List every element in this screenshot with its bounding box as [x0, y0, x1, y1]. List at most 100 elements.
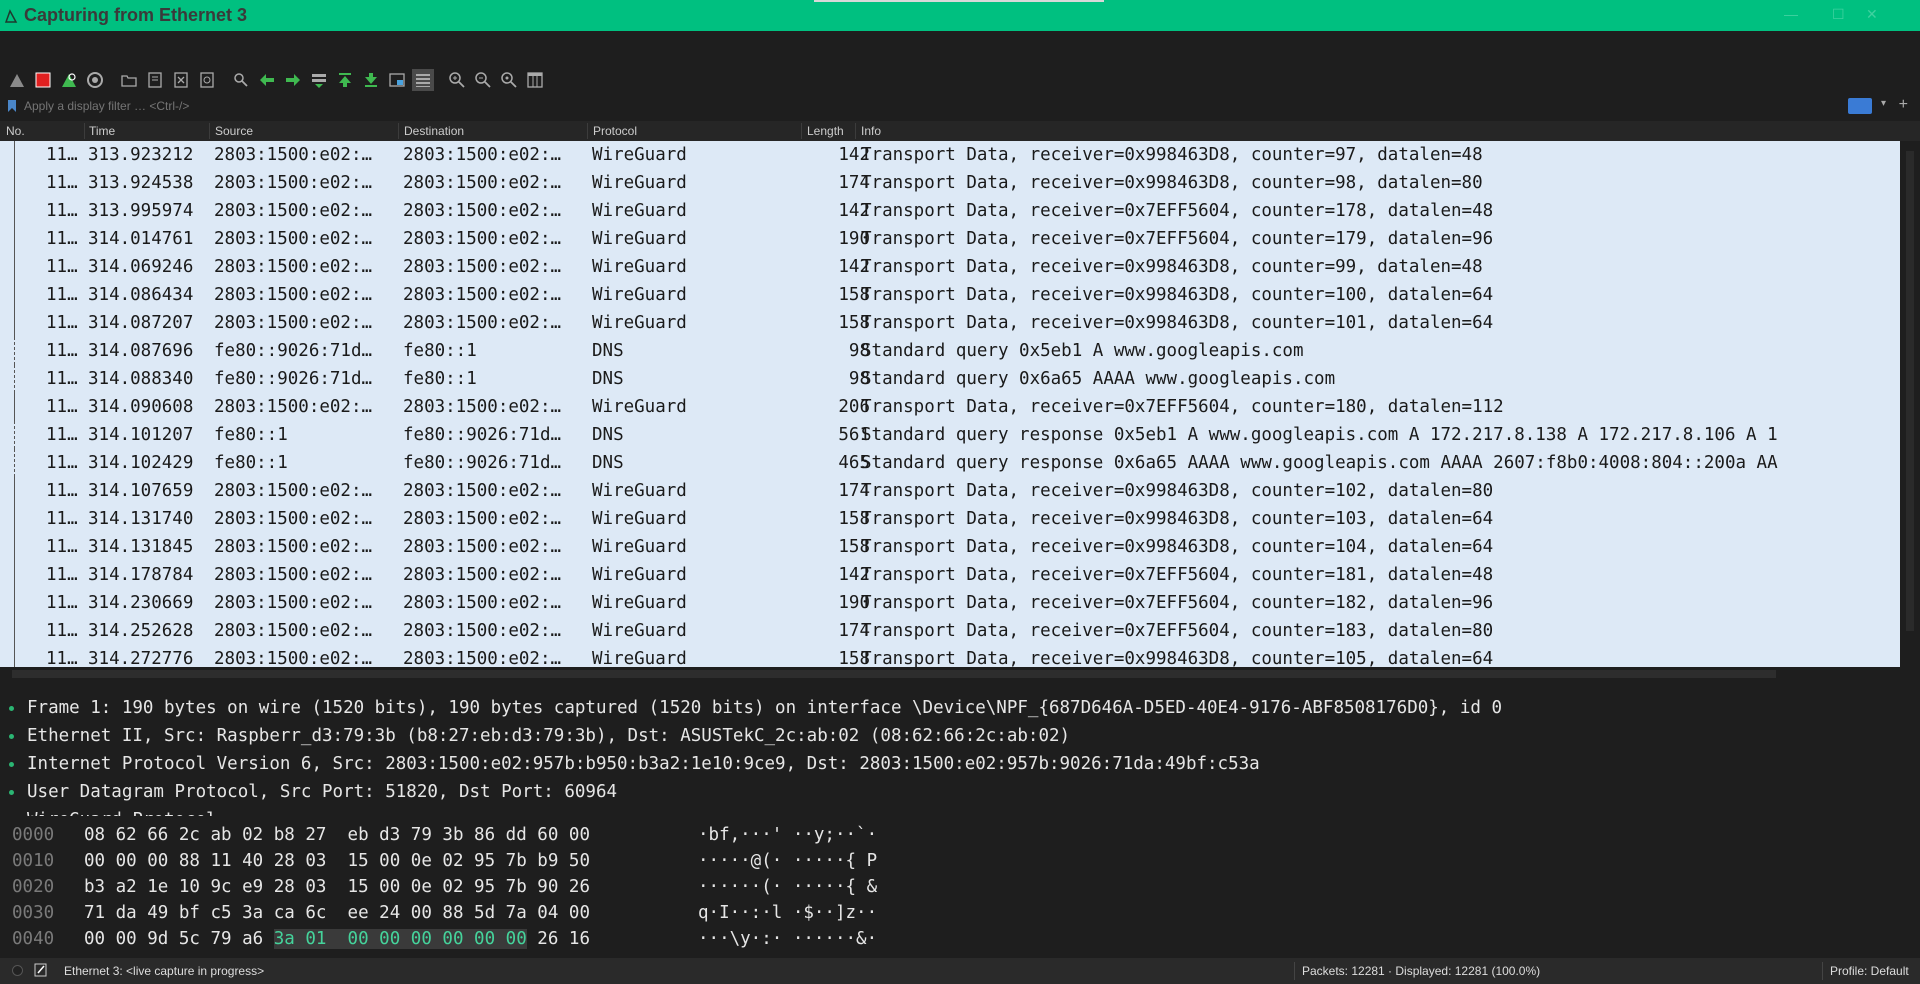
hex-byte[interactable]: 00 [379, 877, 400, 897]
hex-byte[interactable]: 15 [348, 877, 369, 897]
go-forward-icon[interactable] [282, 69, 304, 91]
hex-byte[interactable]: d3 [379, 825, 400, 845]
column-divider[interactable] [398, 123, 399, 139]
packet-row[interactable]: 11… 313.923212 2803:1500:e02:… 2803:1500:e0… [0, 141, 1900, 169]
hex-byte[interactable]: 15 [348, 851, 369, 871]
hex-byte[interactable]: 10 [179, 877, 200, 897]
hex-bytes[interactable]: 71 da 49 bf c5 3a ca 6c ee 24 00 88 5d 7… [84, 900, 590, 926]
hex-byte[interactable]: ca [274, 903, 295, 923]
column-divider[interactable] [855, 123, 856, 139]
hex-byte[interactable]: 03 [305, 877, 326, 897]
hex-byte[interactable]: 01 [305, 929, 327, 949]
hex-byte[interactable]: eb [348, 825, 369, 845]
go-to-packet-icon[interactable] [308, 69, 330, 91]
ascii-dump[interactable]: ·····@(· ·····{ P [698, 848, 877, 874]
packet-row[interactable]: 11… 314.101207 fe80::1 fe80::9026:71d… DNS 56… [0, 421, 1900, 449]
hex-byte[interactable]: 24 [379, 903, 400, 923]
hex-byte[interactable]: 6c [305, 903, 326, 923]
hex-byte[interactable]: 95 [474, 877, 495, 897]
packet-details-pane[interactable]: Frame 1: 190 bytes on wire (1520 bits), … [0, 694, 1900, 816]
hex-byte[interactable]: 50 [569, 851, 590, 871]
hex-byte[interactable]: 16 [569, 929, 590, 949]
packet-row[interactable]: 11… 314.090608 2803:1500:e02:… 2803:1500:e0… [0, 393, 1900, 421]
hex-row[interactable]: 0000 08 62 66 2c ab 02 b8 27 eb d3 79 3b … [0, 822, 1900, 848]
hex-byte[interactable]: 49 [147, 903, 168, 923]
hex-byte[interactable]: 88 [179, 851, 200, 871]
hex-byte[interactable]: 02 [442, 851, 463, 871]
column-header-protocol[interactable]: Protocol [593, 124, 637, 138]
column-header-source[interactable]: Source [215, 124, 253, 138]
close-icon[interactable]: ✕ [1866, 6, 1878, 23]
column-header-info[interactable]: Info [861, 124, 881, 138]
go-last-icon[interactable] [360, 69, 382, 91]
filter-dropdown-icon[interactable]: ▾ [1881, 98, 1886, 109]
hex-bytes[interactable]: b3 a2 1e 10 9c e9 28 03 15 00 0e 02 95 7… [84, 874, 590, 900]
detail-tree-item[interactable]: Internet Protocol Version 6, Src: 2803:1… [0, 750, 1900, 778]
hex-byte[interactable]: ee [348, 903, 369, 923]
packet-row[interactable]: 11… 314.069246 2803:1500:e02:… 2803:1500:e0… [0, 253, 1900, 281]
packet-row[interactable]: 11… 314.086434 2803:1500:e02:… 2803:1500:e0… [0, 281, 1900, 309]
ascii-dump[interactable]: q·I··:·l ·$··]z·· [698, 900, 877, 926]
packet-row[interactable]: 11… 314.107659 2803:1500:e02:… 2803:1500:e0… [0, 477, 1900, 505]
packet-row[interactable]: 11… 314.087696 fe80::9026:71d… fe80::1 DNS 98… [0, 337, 1900, 365]
hex-byte[interactable]: 26 [537, 929, 558, 949]
expand-bullet-icon[interactable] [9, 762, 14, 767]
packet-row[interactable]: 11… 314.087207 2803:1500:e02:… 2803:1500:e0… [0, 309, 1900, 337]
expand-bullet-icon[interactable] [9, 734, 14, 739]
hex-byte[interactable]: 71 [84, 903, 105, 923]
expand-bullet-icon[interactable] [9, 706, 14, 711]
hex-byte[interactable]: 00 [116, 929, 137, 949]
hex-byte[interactable]: c5 [211, 903, 232, 923]
hex-byte[interactable]: 2c [179, 825, 200, 845]
capture-comment-icon[interactable] [34, 963, 48, 977]
hex-byte[interactable]: 90 [537, 877, 558, 897]
column-header-time[interactable]: Time [89, 124, 115, 138]
save-file-icon[interactable] [144, 69, 166, 91]
hex-byte[interactable]: 7b [506, 851, 527, 871]
hex-byte[interactable]: e9 [242, 877, 263, 897]
hex-byte[interactable]: 7b [506, 877, 527, 897]
hex-byte[interactable]: 88 [442, 903, 463, 923]
packet-row[interactable]: 11… 314.230669 2803:1500:e02:… 2803:1500:e0… [0, 589, 1900, 617]
hex-byte[interactable]: b9 [537, 851, 558, 871]
hex-byte[interactable]: dd [506, 825, 527, 845]
hex-byte[interactable]: 3b [442, 825, 463, 845]
hex-byte[interactable]: 0e [411, 851, 432, 871]
hex-byte[interactable]: 9c [211, 877, 232, 897]
hex-byte[interactable]: 00 [84, 929, 105, 949]
packet-row[interactable]: 11… 313.995974 2803:1500:e02:… 2803:1500:e0… [0, 197, 1900, 225]
hex-byte[interactable]: b8 [274, 825, 295, 845]
maximize-icon[interactable]: ☐ [1832, 6, 1845, 23]
resize-columns-icon[interactable] [524, 69, 546, 91]
hex-byte[interactable]: da [116, 903, 137, 923]
go-back-icon[interactable] [256, 69, 278, 91]
column-header-length[interactable]: Length [807, 124, 844, 138]
detail-tree-item[interactable]: Ethernet II, Src: Raspberr_d3:79:3b (b8:… [0, 722, 1900, 750]
packet-row[interactable]: 11… 314.131740 2803:1500:e02:… 2803:1500:e0… [0, 505, 1900, 533]
hex-byte[interactable]: 00 [569, 903, 590, 923]
packet-list-vertical-scrollbar[interactable] [1900, 141, 1920, 667]
bytes-vertical-scrollbar[interactable] [1900, 822, 1920, 954]
detail-tree-item[interactable]: WireGuard Protocol [0, 806, 1900, 816]
column-header-destination[interactable]: Destination [404, 124, 464, 138]
hex-byte[interactable]: 00 [569, 825, 590, 845]
hex-byte[interactable]: 00 [379, 929, 401, 949]
packet-bytes-pane[interactable]: 0000 08 62 66 2c ab 02 b8 27 eb d3 79 3b … [0, 822, 1900, 954]
hex-byte[interactable]: 00 [84, 851, 105, 871]
packet-row[interactable]: 11… 314.272776 2803:1500:e02:… 2803:1500:e0… [0, 645, 1900, 667]
hex-byte[interactable]: 02 [442, 877, 463, 897]
bookmark-icon[interactable] [6, 99, 18, 113]
hex-byte[interactable]: 02 [242, 825, 263, 845]
hex-byte[interactable]: 86 [474, 825, 495, 845]
packet-row[interactable]: 11… 314.252628 2803:1500:e02:… 2803:1500:e0… [0, 617, 1900, 645]
hex-byte[interactable]: 28 [274, 851, 295, 871]
hex-byte[interactable]: 3a [273, 929, 295, 949]
expand-bullet-icon[interactable] [9, 790, 14, 795]
apply-filter-arrow-icon[interactable] [1848, 98, 1872, 114]
hex-byte[interactable]: 26 [569, 877, 590, 897]
reload-file-icon[interactable] [196, 69, 218, 91]
packet-row[interactable]: 11… 314.131845 2803:1500:e02:… 2803:1500:e0… [0, 533, 1900, 561]
column-divider[interactable] [84, 123, 85, 139]
detail-tree-item[interactable]: Frame 1: 190 bytes on wire (1520 bits), … [0, 694, 1900, 722]
hex-byte[interactable]: 04 [537, 903, 558, 923]
